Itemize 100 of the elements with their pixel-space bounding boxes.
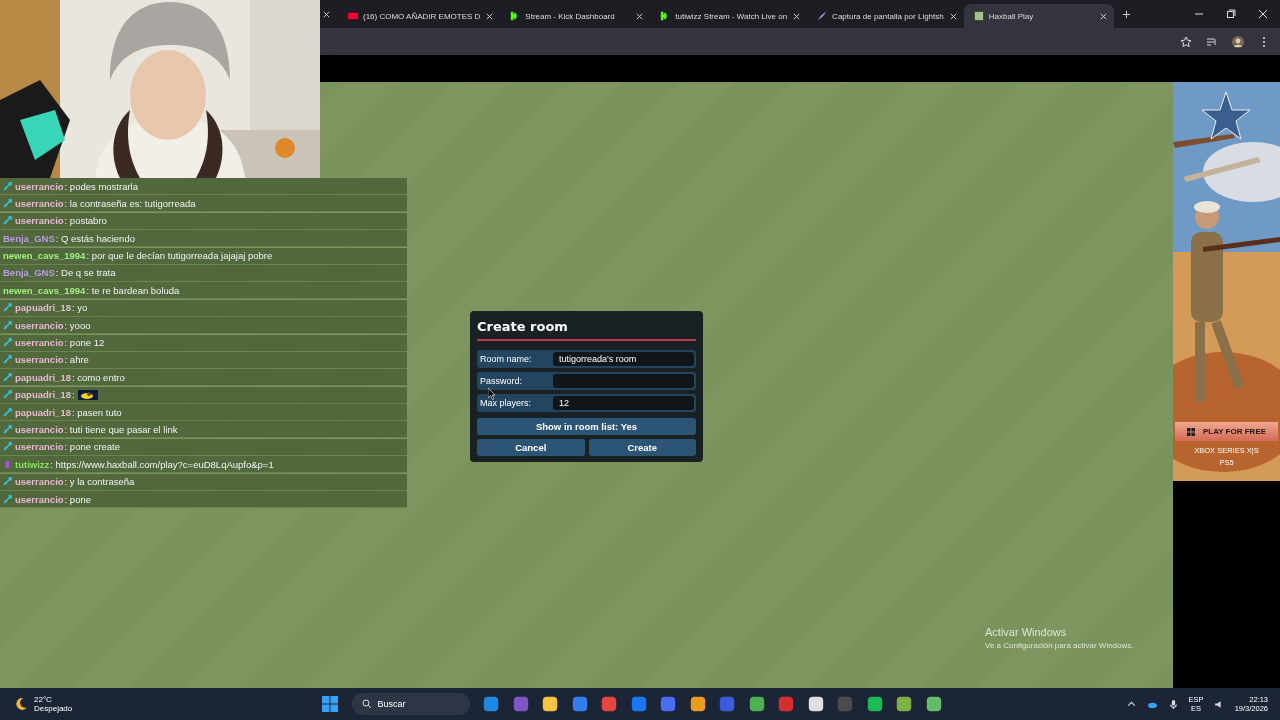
activation-title: Activar Windows — [985, 626, 1068, 638]
close-icon[interactable] — [322, 9, 331, 19]
app-icon[interactable] — [542, 696, 558, 712]
chat-username: papuadri_18 — [15, 389, 71, 401]
sword-icon — [3, 338, 12, 347]
browser-tab[interactable]: Haxball Play — [963, 4, 1114, 28]
browser-tab[interactable]: Stream - Kick Dashboard — [500, 4, 651, 28]
chat-message: : postabro — [64, 215, 107, 227]
chat-username: Benja_GNS — [3, 267, 55, 279]
sword-icon — [3, 407, 12, 417]
chat-message: : pone 12 — [64, 337, 105, 348]
app-icon[interactable] — [689, 696, 706, 712]
app-icon[interactable] — [748, 696, 765, 712]
activation-message: Ve a Configuración para activar Windows. — [985, 641, 1134, 650]
sword-icon — [3, 216, 12, 226]
start-icon[interactable] — [322, 696, 338, 712]
chat-username: papuadri_18 — [15, 406, 71, 418]
browser-tab[interactable]: tutiwizz Stream - Watch Live on — [650, 4, 808, 28]
tab-favicon-icon — [817, 11, 828, 21]
chat-username: userrancio — [15, 493, 64, 505]
avatar-icon[interactable] — [1232, 35, 1244, 48]
chat-message: : https://www.haxball.com/play?c=euD8LqAupfo&p=1 — [50, 458, 274, 470]
chat-username: userrancio — [15, 354, 64, 366]
sword-icon — [3, 181, 12, 191]
chat-message: : pone — [64, 493, 91, 505]
app-icon[interactable] — [807, 696, 824, 712]
chat-message: : como entro — [71, 371, 125, 383]
weather-condition: Despejado — [34, 704, 73, 713]
chat-message: : y la contraseña — [64, 476, 135, 488]
chat-message: : la contraseña es: tutigorreada — [64, 197, 196, 209]
sword-icon — [3, 372, 12, 382]
field-label: Room name: — [480, 353, 533, 364]
weather-temperature: 22°C — [34, 695, 53, 704]
chat-message: : tuti tiene que pasar el link — [64, 423, 178, 435]
sword-icon — [3, 424, 12, 434]
app-icon[interactable] — [925, 696, 942, 712]
sword-icon — [3, 320, 12, 330]
chat-message: : pasen tuto — [71, 406, 122, 418]
close-icon[interactable] — [1098, 11, 1108, 21]
chat-message: : ahre — [64, 354, 89, 366]
sword-icon — [3, 303, 12, 313]
chat-message: : pone create — [64, 441, 121, 453]
chat-message: : De q se trata — [55, 267, 116, 279]
chat-message: : por que le decían tutigorreada jajajaj pobre — [86, 250, 273, 262]
microphone-icon[interactable] — [1167, 698, 1179, 710]
input-field[interactable]: tutigorreada's room — [553, 351, 694, 366]
room-list-toggle[interactable]: Show in room list: Yes — [477, 417, 696, 435]
cursor-icon — [488, 388, 496, 400]
app-icon[interactable] — [866, 696, 883, 712]
chat-username: userrancio — [15, 476, 64, 488]
chat-message: : — [71, 389, 75, 401]
chat-username: userrancio — [15, 319, 64, 331]
emote-icon — [77, 389, 98, 400]
chat-username: userrancio — [15, 180, 64, 192]
chat-username: Benja_GNS — [3, 232, 55, 244]
browser-tab[interactable]: (16) COMO AÑADIR EMOTES D — [338, 4, 501, 28]
sword-icon — [3, 355, 12, 365]
chat-username: userrancio — [15, 215, 64, 227]
chat-username: userrancio — [15, 337, 64, 348]
sword-icon — [3, 442, 12, 452]
media-icon[interactable] — [1206, 35, 1218, 48]
chat-message: : te re bardean boluda — [86, 284, 180, 296]
chat-username: userrancio — [15, 197, 64, 209]
dialog-title: Create room — [477, 318, 569, 334]
plus-icon[interactable] — [1121, 9, 1131, 19]
close-icon[interactable] — [792, 11, 802, 21]
play-for-free-button[interactable]: PLAY FOR FREE — [1175, 422, 1278, 441]
browser-tab[interactable]: Captura de pantalla por Lightsh — [807, 4, 964, 28]
dialog-button[interactable]: Create — [588, 438, 696, 456]
chat-username: newen_cavs_1994 — [3, 284, 86, 296]
close-icon[interactable] — [1258, 9, 1268, 19]
chat-message: : yo — [71, 302, 88, 314]
tab-favicon-icon — [973, 11, 984, 21]
close-icon[interactable] — [485, 11, 495, 21]
restore-icon[interactable] — [1226, 9, 1236, 19]
sword-icon — [3, 198, 12, 208]
app-icon[interactable] — [896, 696, 912, 712]
chat-username: papuadri_18 — [15, 302, 71, 314]
sword-icon — [3, 494, 12, 504]
close-icon[interactable] — [948, 11, 958, 21]
windows-logo-icon — [1186, 427, 1195, 436]
input-field[interactable]: 12 — [553, 395, 694, 410]
sword-icon — [3, 477, 12, 487]
sword-icon — [3, 390, 12, 400]
search-icon — [361, 699, 372, 709]
chat-message: : podes mostrarla — [64, 180, 138, 192]
chat-username: userrancio — [15, 423, 64, 435]
chat-username: newen_cavs_1994 — [3, 250, 86, 262]
moon-icon — [14, 697, 28, 711]
star-icon[interactable] — [1180, 35, 1192, 48]
chat-message: : yooo — [64, 319, 91, 331]
search-field[interactable]: Buscar — [351, 693, 470, 715]
close-icon[interactable] — [635, 11, 645, 21]
chat-username: userrancio — [15, 441, 64, 453]
tab-favicon-icon — [348, 11, 358, 21]
broadcaster-badge-icon — [3, 459, 12, 469]
input-field[interactable] — [553, 373, 694, 388]
chat-username: papuadri_18 — [15, 371, 71, 383]
dialog-button[interactable]: Cancel — [477, 438, 585, 456]
field-label: Max players: — [480, 397, 533, 408]
